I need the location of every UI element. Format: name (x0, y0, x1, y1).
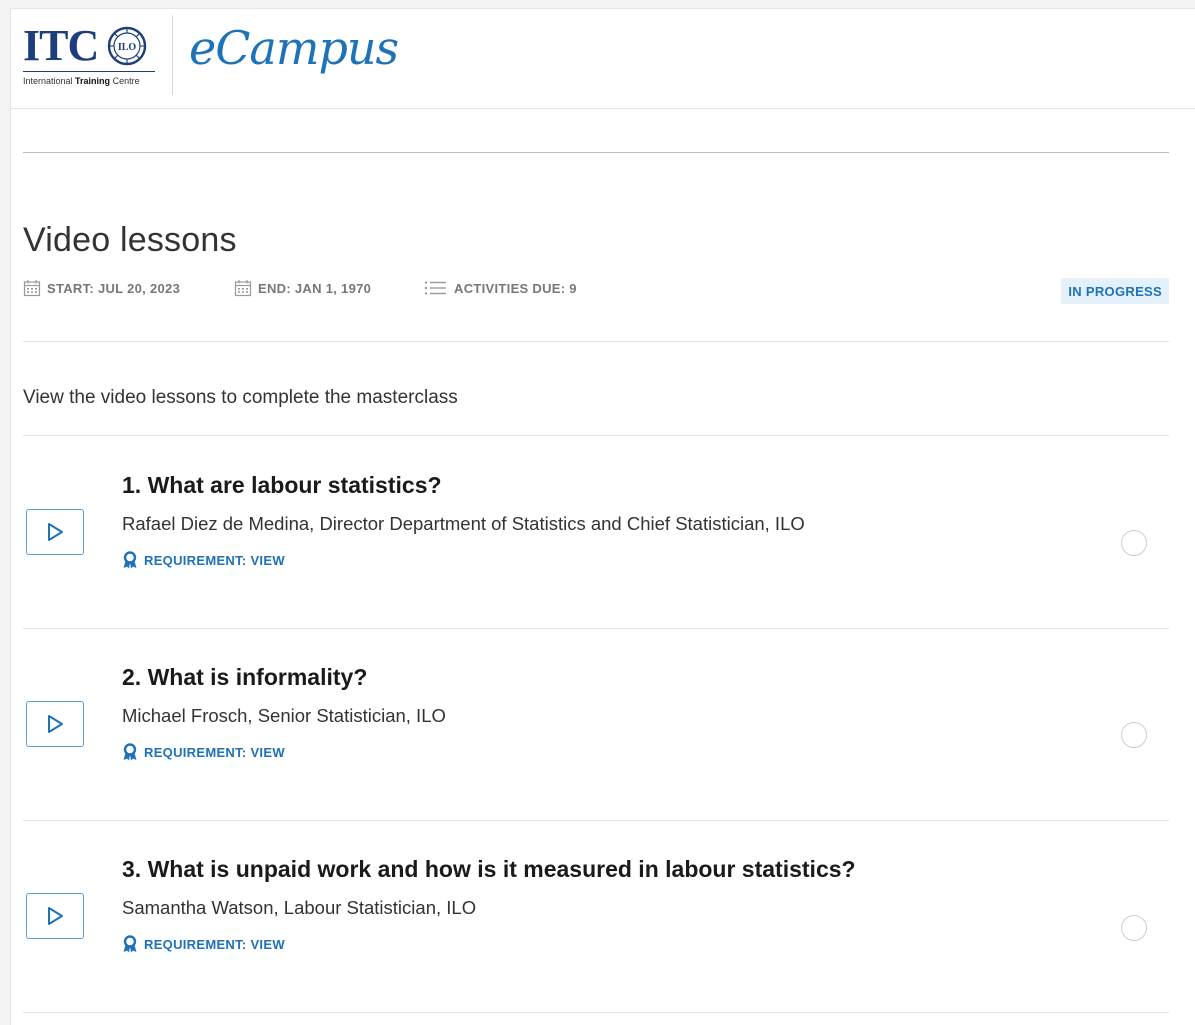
lesson-requirement: REQUIREMENT: VIEW (122, 742, 285, 762)
logo-subtitle-post: Centre (110, 76, 140, 86)
lesson-requirement: REQUIREMENT: VIEW (122, 550, 285, 570)
award-icon (123, 551, 137, 569)
play-button[interactable] (26, 701, 84, 747)
lesson-requirement: REQUIREMENT: VIEW (122, 934, 285, 954)
lesson-requirement-text: REQUIREMENT: VIEW (144, 744, 285, 760)
completion-circle-icon (1121, 530, 1147, 556)
module-meta: START: JUL 20, 2023 END: JAN 1, 1970 ACT… (23, 277, 1169, 304)
start-date: START: JUL 20, 2023 (23, 277, 180, 299)
activities-due-text: ACTIVITIES DUE: 9 (454, 280, 577, 296)
play-button[interactable] (26, 893, 84, 939)
page-title: Video lessons (23, 221, 237, 259)
lesson-item[interactable]: 1. What are labour statistics? Rafael Di… (23, 436, 1169, 628)
page: ITC ILO International Training Centre eC… (10, 8, 1195, 1025)
lesson-title[interactable]: 1. What are labour statistics? (122, 472, 442, 499)
lesson-author: Michael Frosch, Senior Statistician, ILO (122, 705, 446, 726)
calendar-icon (234, 280, 252, 297)
status-badge: IN PROGRESS (1061, 278, 1169, 304)
play-icon (48, 715, 63, 733)
completion-circle-icon (1121, 722, 1147, 748)
header-divider (172, 15, 173, 95)
lesson-item[interactable]: 2. What is informality? Michael Frosch, … (23, 629, 1169, 821)
completion-circle-icon (1121, 915, 1147, 941)
award-icon (123, 743, 137, 761)
end-date-text: END: JAN 1, 1970 (258, 280, 372, 296)
logo-subtitle-bold: Training (75, 76, 111, 86)
award-icon (123, 935, 137, 953)
lesson-author: Samantha Watson, Labour Statistician, IL… (122, 897, 477, 918)
lesson-title[interactable]: 2. What is informality? (122, 664, 367, 691)
logo-subtitle-pre: International (23, 76, 76, 86)
list-icon (425, 281, 446, 295)
lesson-item[interactable]: 3. What is unpaid work and how is it mea… (23, 821, 1169, 1013)
lesson-author: Rafael Diez de Medina, Director Departme… (122, 513, 805, 534)
seal-text: ILO (118, 42, 137, 53)
ecampus-logo[interactable]: eCampus (189, 21, 399, 75)
end-date: END: JAN 1, 1970 (234, 277, 371, 299)
module-description: View the video lessons to complete the m… (23, 387, 458, 408)
lesson-title[interactable]: 3. What is unpaid work and how is it mea… (122, 856, 856, 883)
section-divider (23, 152, 1169, 153)
play-button[interactable] (26, 509, 84, 555)
divider (23, 341, 1169, 342)
lesson-requirement-text: REQUIREMENT: VIEW (144, 936, 285, 952)
itc-logo-subtitle: International Training Centre (23, 76, 173, 86)
lesson-requirement-text: REQUIREMENT: VIEW (144, 552, 285, 568)
start-date-text: START: JUL 20, 2023 (47, 280, 181, 296)
site-header: ITC ILO International Training Centre eC… (11, 9, 1195, 109)
ilo-seal-icon: ILO (107, 26, 147, 66)
itc-logo-text: ITC (23, 21, 99, 70)
calendar-icon (23, 280, 41, 297)
divider (23, 1012, 1169, 1013)
itc-logo[interactable]: ITC ILO International Training Centre (23, 23, 163, 93)
play-icon (48, 523, 63, 541)
logo-underline (23, 71, 155, 72)
activities-due: ACTIVITIES DUE: 9 (424, 277, 577, 299)
play-icon (48, 907, 63, 925)
